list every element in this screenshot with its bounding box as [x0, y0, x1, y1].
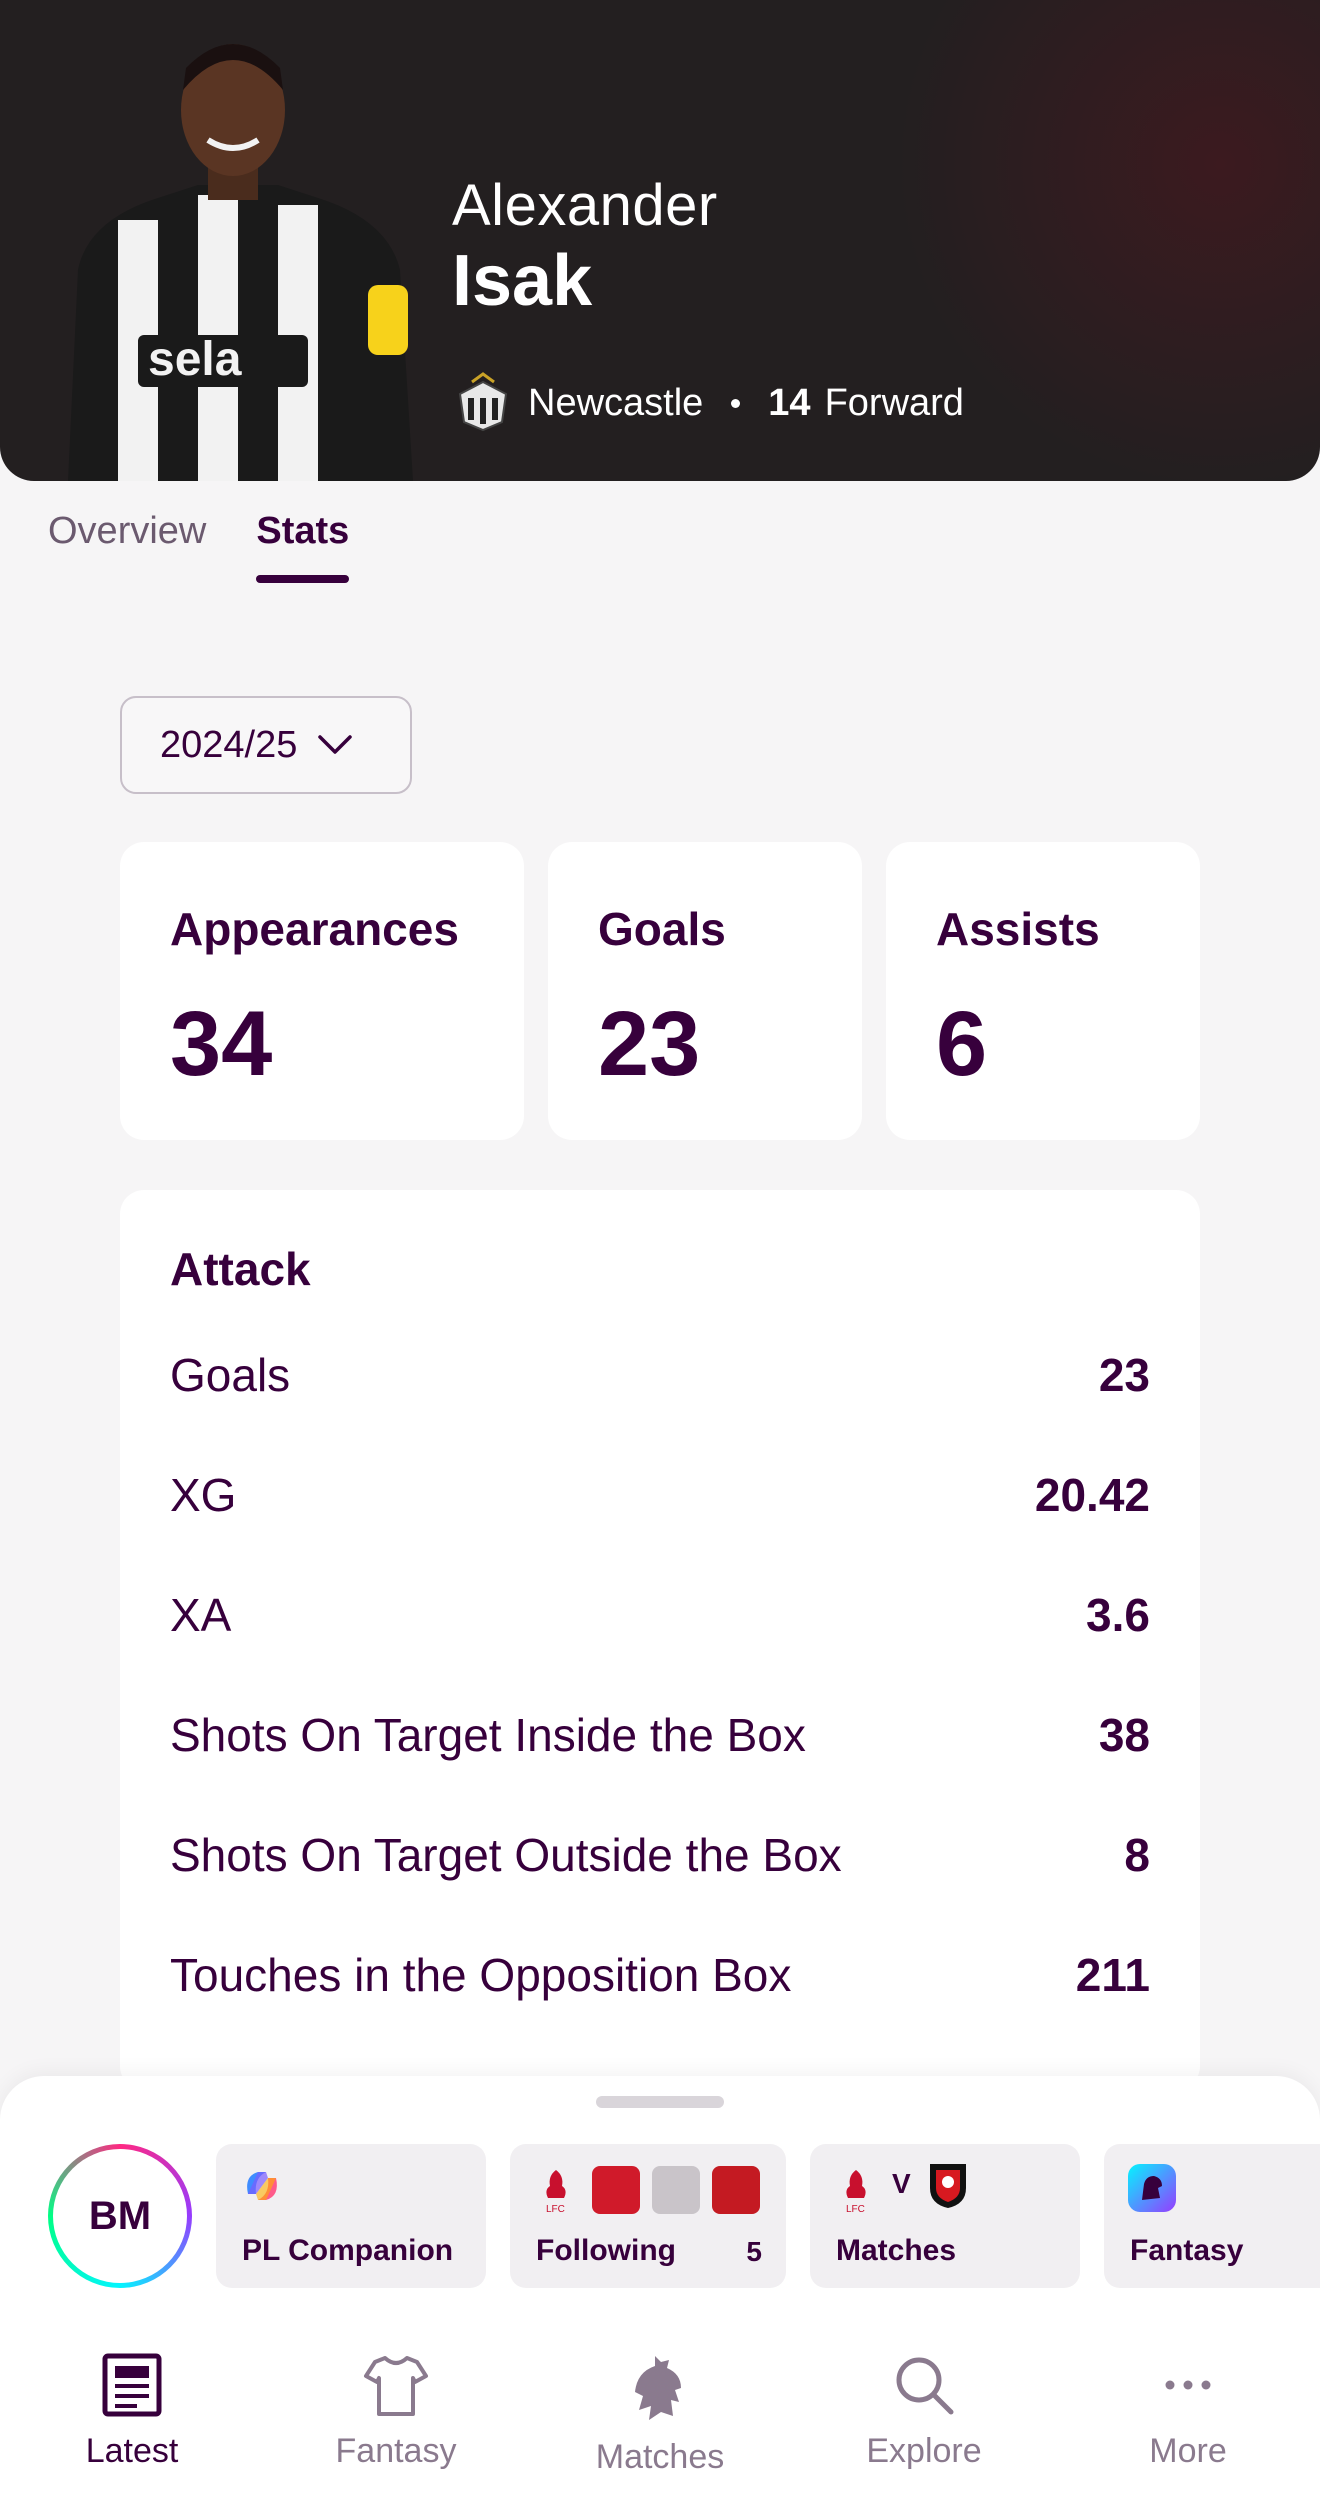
versus-label: V: [892, 2168, 911, 2199]
stat-row-value: 211: [1075, 1949, 1150, 2001]
chip-label: Fantasy: [1130, 2234, 1244, 2267]
bottom-sheet: BM PL Companion LFC Following 5 LFC V Ma…: [0, 2076, 1320, 2514]
lion-icon: [635, 2356, 681, 2420]
stat-row: Shots On Target Inside the Box 38: [170, 1708, 1150, 1762]
stat-value: 34: [170, 993, 273, 1095]
nav-matches[interactable]: Matches: [528, 2340, 792, 2514]
stat-row-value: 8: [1124, 1829, 1150, 1881]
copilot-icon: [247, 2172, 277, 2200]
season-value: 2024/25: [160, 723, 298, 766]
section-title: Attack: [170, 1243, 311, 1295]
tab-stats[interactable]: Stats: [256, 510, 349, 583]
bournemouth-crest-icon: [930, 2164, 966, 2208]
player-thumb-1: [592, 2166, 640, 2214]
avatar-initials: BM: [53, 2149, 187, 2283]
chip-label: PL Companion: [242, 2234, 454, 2267]
premier-league-lion-icon: [1128, 2164, 1176, 2212]
bottom-nav: Latest Fantasy Matches Explore More: [0, 2340, 1320, 2514]
search-icon: [896, 2357, 954, 2415]
profile-tabs: Overview Stats: [48, 510, 349, 583]
svg-text:LFC: LFC: [546, 2204, 565, 2215]
fantasy-chip[interactable]: Fantasy: [1104, 2144, 1320, 2288]
stat-row-value: 3.6: [1086, 1589, 1150, 1641]
nav-fantasy[interactable]: Fantasy: [264, 2340, 528, 2514]
shirt-icon: [364, 2356, 428, 2416]
player-header: sela Alexander Isak Newcastle 14 Forward: [0, 0, 1320, 481]
player-thumb-2: [652, 2166, 700, 2214]
stat-row-label: Goals: [170, 1349, 291, 1401]
stat-row: XG 20.42: [170, 1468, 1150, 1522]
chip-label: Matches: [836, 2234, 957, 2267]
stat-value: 23: [598, 993, 701, 1095]
assists-card: Assists 6: [886, 842, 1200, 1140]
chevron-down-icon: [318, 735, 353, 754]
nav-label: Fantasy: [335, 2432, 457, 2470]
player-position: Forward: [824, 381, 964, 424]
player-first-name: Alexander: [452, 173, 718, 238]
attack-stats-card: Attack Goals 23 XG 20.42 XA 3.6 Shots On…: [120, 1190, 1200, 2090]
chip-label: Following: [536, 2234, 676, 2267]
stat-row-label: Shots On Target Inside the Box: [170, 1709, 806, 1761]
stat-row-value: 23: [1098, 1349, 1150, 1401]
club-row: Newcastle 14 Forward: [452, 372, 964, 434]
player-last-name: Isak: [452, 241, 593, 321]
following-count: 5: [746, 2236, 762, 2267]
shirt-number: 14: [768, 381, 811, 424]
following-chip[interactable]: LFC Following 5: [510, 2144, 786, 2288]
season-dropdown[interactable]: 2024/25: [120, 696, 412, 794]
stat-row-label: XG: [170, 1469, 237, 1521]
stat-row: Touches in the Opposition Box 211: [170, 1948, 1150, 2002]
stat-row-label: Touches in the Opposition Box: [170, 1949, 792, 2001]
appearances-card: Appearances 34: [120, 842, 524, 1140]
tab-overview[interactable]: Overview: [48, 510, 206, 583]
stat-row-label: XA: [170, 1589, 232, 1641]
avatar[interactable]: BM: [48, 2144, 192, 2288]
stat-value: 6: [936, 993, 988, 1095]
stat-row-label: Shots On Target Outside the Box: [170, 1829, 842, 1881]
stat-row: Shots On Target Outside the Box 8: [170, 1828, 1150, 1882]
nav-latest[interactable]: Latest: [0, 2340, 264, 2514]
stat-row: XA 3.6: [170, 1588, 1150, 1642]
liverpool-crest-icon: LFC: [546, 2170, 566, 2215]
liverpool-crest-icon: LFC: [846, 2170, 866, 2215]
pl-companion-chip[interactable]: PL Companion: [216, 2144, 486, 2288]
svg-text:sela: sela: [148, 333, 242, 386]
newcastle-crest-icon[interactable]: [452, 372, 514, 434]
stat-label: Goals: [598, 903, 726, 955]
svg-text:LFC: LFC: [846, 2204, 865, 2215]
nav-explore[interactable]: Explore: [792, 2340, 1056, 2514]
nav-label: Matches: [595, 2438, 725, 2476]
stat-row: Goals 23: [170, 1348, 1150, 1402]
matches-chip[interactable]: LFC V Matches: [810, 2144, 1080, 2288]
nav-label: Latest: [85, 2432, 179, 2470]
goals-card: Goals 23: [548, 842, 862, 1140]
club-name[interactable]: Newcastle: [528, 382, 703, 425]
stat-row-value: 38: [1098, 1709, 1150, 1761]
news-icon: [102, 2353, 162, 2417]
player-thumb-3: [712, 2166, 760, 2214]
stat-label: Appearances: [170, 903, 459, 955]
separator-dot: [731, 398, 741, 408]
more-dots-icon: [1165, 2380, 1211, 2390]
player-photo: sela: [68, 44, 413, 481]
nav-label: More: [1149, 2432, 1227, 2470]
sheet-grabber[interactable]: [596, 2096, 724, 2108]
stat-row-value: 20.42: [1034, 1469, 1150, 1521]
nav-more[interactable]: More: [1056, 2340, 1320, 2514]
nav-label: Explore: [866, 2432, 982, 2470]
stat-label: Assists: [936, 903, 1100, 955]
